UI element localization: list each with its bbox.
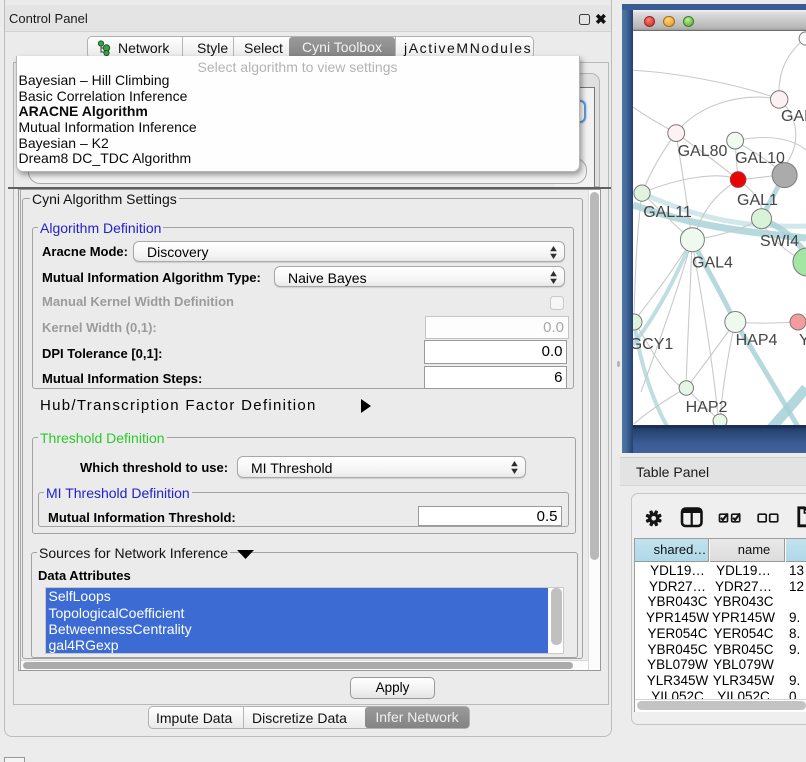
svg-text:SWI4: SWI4 bbox=[760, 233, 799, 250]
svg-text:GAL11: GAL11 bbox=[643, 204, 692, 221]
svg-text:GCY1: GCY1 bbox=[633, 336, 673, 353]
svg-text:GAL10: GAL10 bbox=[735, 150, 785, 167]
svg-text:GAL1: GAL1 bbox=[737, 192, 778, 209]
svg-text:GAL7: GAL7 bbox=[781, 108, 806, 125]
svg-text:GAL4: GAL4 bbox=[692, 255, 733, 272]
svg-text:Y: Y bbox=[799, 332, 806, 349]
svg-text:HAP4: HAP4 bbox=[736, 332, 778, 349]
svg-text:GAL80: GAL80 bbox=[678, 143, 728, 160]
svg-text:HAP2: HAP2 bbox=[686, 399, 728, 416]
